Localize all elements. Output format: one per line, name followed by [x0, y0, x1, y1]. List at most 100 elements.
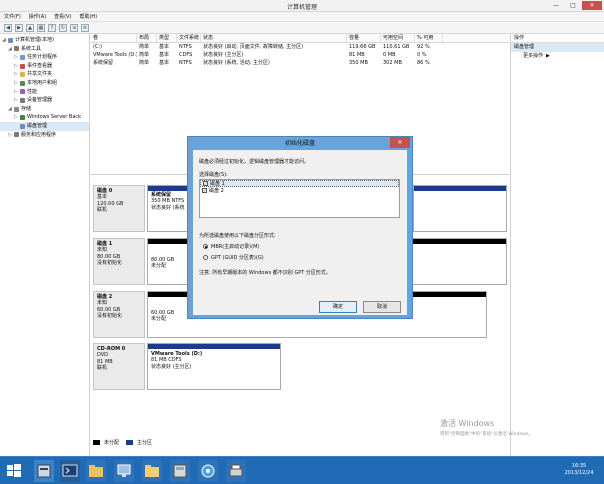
expander-icon[interactable]: ▷ — [14, 96, 18, 105]
disk-2-item[interactable]: ✓ 磁盘 2 — [200, 187, 399, 194]
disk-status: 没有初始化 — [97, 260, 123, 267]
tree-item[interactable]: ▷ 服务和应用程序 — [0, 131, 89, 140]
expander-icon[interactable]: ▷ — [14, 53, 18, 62]
settings-icon[interactable]: ≡ — [81, 23, 89, 32]
maximize-button[interactable]: □ — [565, 1, 581, 10]
backup-icon — [20, 115, 25, 121]
menu-action[interactable]: 操作(A) — [29, 13, 46, 20]
tools-icon[interactable] — [170, 460, 190, 482]
tree-item[interactable]: ▷ Windows Server Back — [0, 113, 89, 122]
tree-item-label: 事件查看器 — [27, 62, 53, 69]
actions-disk-management[interactable]: 磁盘管理 — [511, 43, 604, 52]
explorer-icon[interactable] — [86, 460, 106, 482]
chevron-right-icon: ▶ — [546, 53, 550, 59]
up-folder-icon[interactable]: ▲ — [26, 23, 34, 32]
table-cell: 简单 — [139, 52, 150, 58]
table-cell: 状态良好 (系统, 活动, 主分区) — [203, 60, 270, 66]
menu-view[interactable]: 查看(V) — [54, 13, 71, 20]
dialog-close-button[interactable]: ✕ — [390, 137, 410, 148]
disk-1-checkbox[interactable]: ✓ — [203, 181, 208, 186]
column-header[interactable]: 可用空间 — [381, 34, 415, 42]
tree-item[interactable]: ▷ 事件查看器 — [0, 62, 89, 71]
taskbar: 16:35 2013/12/24 — [0, 456, 604, 484]
users-icon — [20, 80, 25, 86]
column-header[interactable]: 卷 — [91, 34, 137, 42]
table-row[interactable]: VMware Tools (D:) 简单 基本 CDFS 状态良好 (主分区) 81 MB… — [91, 51, 509, 59]
expander-icon[interactable]: ◢ — [8, 45, 12, 54]
minimize-button[interactable]: — — [548, 1, 564, 10]
close-button[interactable]: ✕ — [582, 1, 602, 10]
cancel-button[interactable]: 取消 — [363, 301, 401, 313]
expander-icon[interactable]: ▷ — [8, 131, 12, 140]
tree-item[interactable]: ◢ 系统工具 — [0, 45, 89, 54]
disk-0-label[interactable]: 磁盘 0 基本 120.00 GB 联机 — [93, 185, 145, 232]
folder-icon[interactable] — [142, 460, 162, 482]
primary-swatch — [126, 440, 134, 445]
table-row[interactable]: (C:) 简单 基本 NTFS 状态良好 (启动, 页面文件, 故障转储, 主分区) 11… — [91, 43, 509, 51]
tree-item-label: 任务计划程序 — [27, 54, 58, 61]
column-header[interactable]: % 可用 — [415, 34, 443, 42]
computer-management-icon[interactable] — [114, 460, 134, 482]
cdrom-0-label[interactable]: CD-ROM 0 DVD 81 MB 联机 — [93, 343, 145, 390]
menu-file[interactable]: 文件(F) — [4, 13, 21, 20]
ok-button[interactable]: 确定 — [319, 301, 357, 313]
menu-help[interactable]: 帮助(H) — [79, 13, 97, 20]
mbr-radio[interactable] — [203, 244, 208, 249]
tree-item[interactable]: ▷ 任务计划程序 — [0, 53, 89, 62]
tree-item[interactable]: ▷ 共享文件夹 — [0, 70, 89, 79]
table-row[interactable]: 系统保留 简单 基本 NTFS 状态良好 (系统, 活动, 主分区) 350 MB 302 … — [91, 59, 509, 67]
cdrom-0-partition[interactable]: VMware Tools (D:) 81 MB CDFS 状态良好 (主分区) — [147, 343, 281, 390]
column-header[interactable]: 文件系统 — [177, 34, 201, 42]
expander-icon[interactable]: ▷ — [14, 70, 18, 79]
column-header[interactable]: 类型 — [157, 34, 177, 42]
column-header[interactable]: 布局 — [137, 34, 157, 42]
powershell-icon[interactable] — [60, 460, 80, 482]
tree-item[interactable]: 磁盘管理 — [0, 121, 89, 131]
printer-icon[interactable] — [226, 460, 246, 482]
table-cell: 110.61 GB — [383, 44, 410, 50]
tree-item[interactable]: ▷ 性能 — [0, 88, 89, 97]
device-icon — [20, 97, 25, 103]
column-header[interactable]: 容量 — [347, 34, 381, 42]
tree-item[interactable]: ▷ 设备管理器 — [0, 96, 89, 105]
expander-icon[interactable]: ▷ — [14, 79, 18, 88]
expander-icon[interactable]: ▷ — [14, 62, 18, 71]
expander-icon[interactable]: ▷ — [14, 113, 18, 122]
refresh-icon[interactable]: ↻ — [59, 23, 67, 32]
disk-2-label[interactable]: 磁盘 2 未知 60.00 GB 没有初始化 — [93, 291, 145, 338]
export-icon[interactable]: ⇲ — [70, 23, 78, 32]
mbr-option[interactable]: MBR(主启动记录)(M) — [203, 243, 259, 250]
tree-item[interactable]: ▷ 本地用户和组 — [0, 79, 89, 88]
disk-1-item[interactable]: ✓ 磁盘 1 — [200, 180, 399, 187]
properties-icon[interactable]: ▦ — [37, 23, 45, 32]
disk-0-partition-c[interactable] — [413, 185, 507, 232]
clock-icon — [20, 54, 25, 60]
table-cell: VMware Tools (D:) — [93, 52, 137, 58]
forward-icon[interactable]: ▶ — [15, 23, 23, 32]
folder-icon — [20, 72, 25, 78]
tree-item[interactable]: ◢ 计算机管理(本地) — [0, 36, 89, 45]
navigation-tree: ◢ 计算机管理(本地) ◢ 系统工具 ▷ 任务计划程序 ▷ 事件查看器 ▷ 共享文件夹 ▷ 本地用户和… — [0, 34, 90, 456]
tree-item[interactable]: ◢ 存储 — [0, 105, 89, 114]
disk-select-list[interactable]: ✓ 磁盘 1 ✓ 磁盘 2 — [199, 179, 400, 218]
expander-icon[interactable]: ◢ — [2, 36, 6, 45]
server-manager-icon[interactable] — [34, 460, 54, 482]
disk-1-label[interactable]: 磁盘 1 未知 80.00 GB 没有初始化 — [93, 238, 145, 285]
tree-item-label: 本地用户和组 — [27, 79, 58, 86]
performance-icon — [20, 89, 25, 95]
expander-icon[interactable]: ▷ — [14, 88, 18, 97]
expander-icon[interactable]: ◢ — [8, 105, 12, 114]
system-clock[interactable]: 16:35 2013/12/24 — [556, 463, 602, 477]
gpt-option[interactable]: GPT (GUID 分区表)(G) — [203, 254, 264, 261]
tree-item-label: Windows Server Back — [27, 114, 82, 121]
back-icon[interactable]: ◀ — [4, 23, 12, 32]
dialog-body: 磁盘必须经过初始化，逻辑磁盘管理器才能访问。 选择磁盘(S): ✓ 磁盘 1 ✓… — [193, 150, 407, 315]
start-icon[interactable] — [4, 460, 24, 482]
disk-2-checkbox[interactable]: ✓ — [202, 188, 207, 193]
network-icon[interactable] — [198, 460, 218, 482]
column-header[interactable]: 状态 — [201, 34, 347, 42]
help-icon[interactable]: ? — [48, 23, 56, 32]
watermark-text: 转到"控制面板"中的"系统"以激活 Windows。 — [440, 432, 533, 437]
gpt-radio[interactable] — [203, 255, 208, 260]
actions-more[interactable]: 更多操作 ▶ — [511, 52, 604, 61]
